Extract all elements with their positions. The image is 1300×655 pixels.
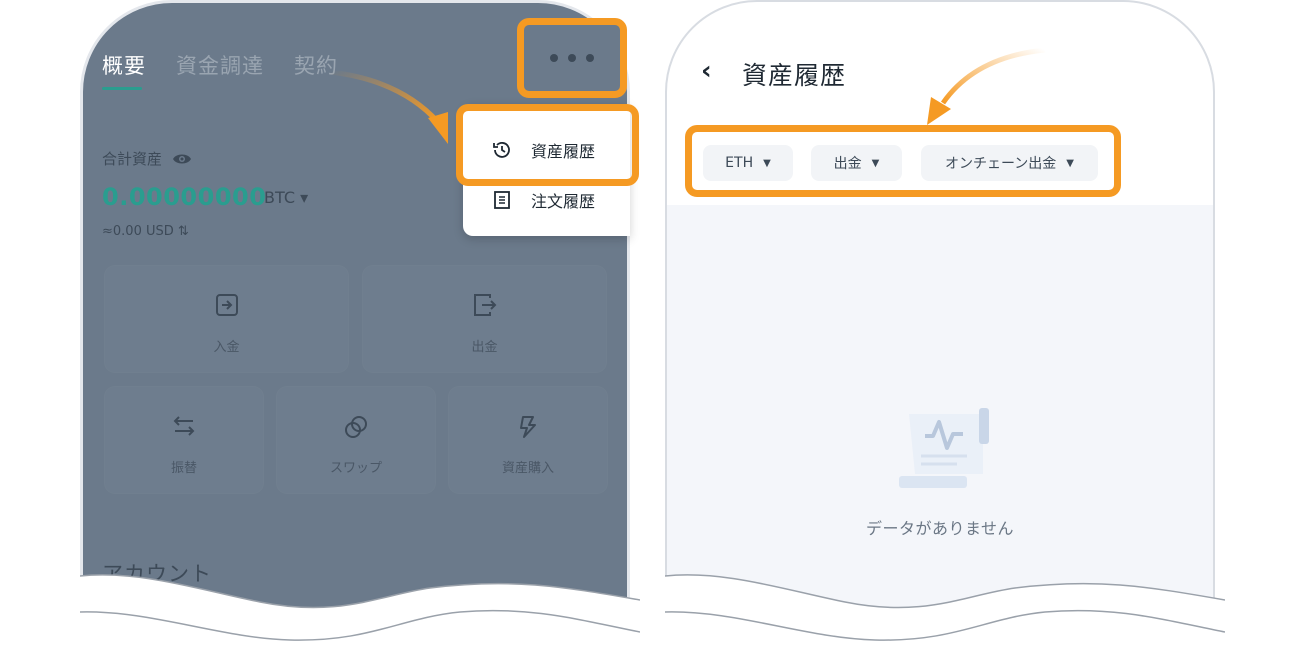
more-dot-icon [550, 54, 558, 62]
swap-icon [345, 416, 367, 438]
order-history-label: 注文履歴 [531, 192, 596, 211]
right-screen: ‹ 資産履歴 ETH ▼ 出金 ▼ オンチェーン出金 ▼ データがありません [665, 0, 1225, 655]
total-assets-label: 合計資産 [102, 148, 192, 169]
buy-assets-button[interactable]: 資産購入 [449, 387, 607, 493]
empty-state-text: データがありません [865, 519, 1015, 538]
usd-equivalent: ≈0.00 USD ⇅ [102, 224, 189, 239]
total-assets-text: 合計資産 [102, 150, 163, 168]
currency-selector[interactable]: BTC ▾ [264, 188, 308, 207]
top-tabs: 概要 資金調達 契約 [102, 50, 338, 90]
more-dot-icon [568, 54, 576, 62]
document-list-icon [494, 191, 510, 209]
buy-assets-label: 資産購入 [501, 461, 554, 476]
asset-history-highlight [456, 104, 639, 186]
swap-button[interactable]: スワップ [277, 387, 435, 493]
swap-label: スワップ [329, 461, 382, 476]
empty-receipt-icon [899, 408, 989, 488]
withdraw-label: 出金 [471, 340, 498, 355]
deposit-label: 入金 [213, 340, 240, 355]
tab-overview[interactable]: 概要 [102, 50, 146, 90]
tab-contract[interactable]: 契約 [294, 50, 338, 80]
wave-divider [665, 574, 1225, 655]
withdraw-icon [473, 294, 496, 316]
menu-item-order-history[interactable]: 注文履歴 [491, 188, 595, 212]
total-assets-value: 0.00000000 [102, 183, 267, 211]
page-title: 資産履歴 [742, 61, 847, 90]
more-dot-icon [586, 54, 594, 62]
wave-divider [80, 574, 640, 655]
back-chevron-icon[interactable]: ‹ [701, 56, 712, 86]
eye-icon[interactable] [172, 152, 192, 166]
deposit-icon [215, 294, 238, 316]
deposit-button[interactable]: 入金 [105, 266, 348, 372]
tab-funding[interactable]: 資金調達 [176, 50, 264, 80]
transfer-button[interactable]: 振替 [105, 387, 263, 493]
withdraw-button[interactable]: 出金 [363, 266, 606, 372]
more-menu-button[interactable] [517, 18, 627, 98]
filter-bar-highlight [685, 125, 1121, 197]
left-screen: 概要 資金調達 契約 合計資産 0.00000000 BTC ▾ ≈0.00 U… [80, 0, 640, 655]
transfer-label: 振替 [170, 461, 197, 476]
lightning-icon [520, 416, 536, 438]
transfer-icon [173, 416, 195, 436]
